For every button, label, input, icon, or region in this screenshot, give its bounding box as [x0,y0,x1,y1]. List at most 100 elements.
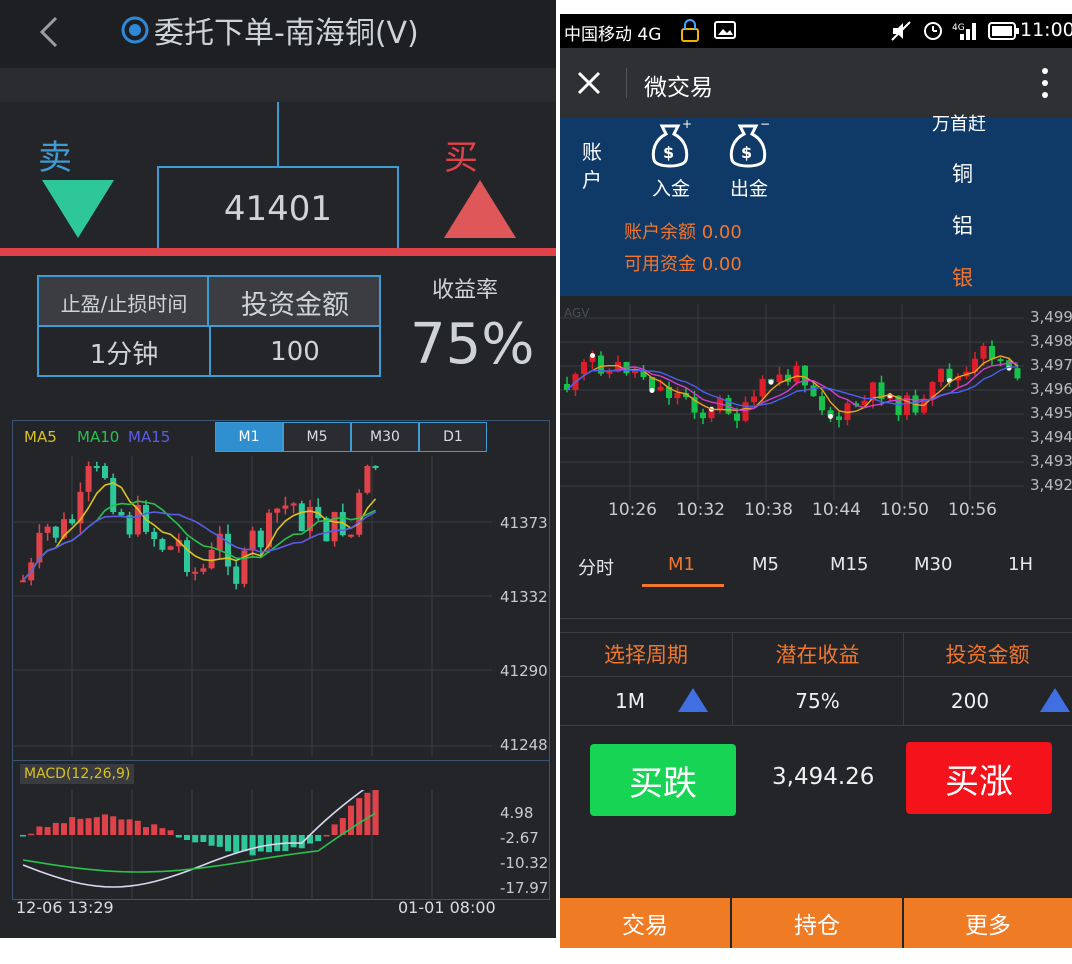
tab-m5[interactable]: M5 [752,554,779,575]
time-tick: 10:56 [948,500,997,520]
macd-bar [126,819,133,835]
candle-body [938,368,944,383]
metal-aluminum[interactable]: 铝 [952,210,973,240]
close-icon[interactable] [576,70,602,96]
macd-bar [323,834,330,837]
sell-down-arrow-icon[interactable] [42,180,114,238]
candle-body [85,466,92,492]
macd-bar [118,819,125,835]
left-price-tick: 41373 [500,514,548,532]
available-text: 可用资金 0.00 [624,254,742,275]
period-value[interactable]: 1M [590,678,670,724]
buy-down-button[interactable]: 买跌 [590,744,736,816]
candle-body [742,402,749,421]
image-icon [714,20,736,40]
period-triangle-icon[interactable] [678,688,708,712]
buy-up-button[interactable]: 买涨 [906,742,1052,814]
left-macd-chart [20,790,433,900]
macd-tick: 4.98 [500,804,534,822]
tab-1h[interactable]: 1H [1008,554,1033,575]
tab-timeshare[interactable]: 分时 [578,554,614,580]
macd-bar [315,835,322,842]
candle-body [606,371,613,374]
page-title: 委托下单-南海铜(V) [154,16,419,51]
macd-bar [102,814,108,835]
candle-body [331,512,338,542]
tab-m1[interactable]: M1 [215,422,283,452]
head-amount: 投资金额 [945,643,1030,667]
candle-body [997,359,1004,362]
metal-silver[interactable]: 银 [952,262,973,292]
candle-body [274,508,281,513]
tab-m1[interactable]: M1 [668,554,695,575]
macd-bar [110,816,117,835]
metal-tabs-top: 万首赶 [932,114,986,135]
macd-bar [290,835,297,848]
macd-bar [143,827,149,835]
tab-m15[interactable]: M15 [830,554,868,575]
candle-body [93,466,100,468]
withdraw-label[interactable]: 出金 [730,174,768,201]
sell-label: 卖 [38,138,72,178]
head-profit: 潜在收益 [775,643,860,667]
tab-d1[interactable]: D1 [419,422,487,452]
left-price-tick: 41332 [500,588,548,606]
candle-body [257,530,264,548]
yield-label: 收益率 [432,278,499,303]
balance-text: 账户余额 0.00 [624,222,742,243]
tab-m30[interactable]: M30 [351,422,419,452]
status-bar: 中国移动 4G 4G 11:00 [560,14,1072,48]
signal-dot [768,379,774,385]
form-row-divider [560,676,1072,677]
buy-up-arrow-icon[interactable] [444,180,516,238]
candle-body [348,534,354,537]
macd-bar [249,835,256,856]
nav-trade[interactable]: 交易 [560,898,730,948]
macd-label: MACD(12,26,9) [20,764,135,784]
candle-body [356,492,363,535]
svg-text:$: $ [663,143,674,162]
signal-dot [828,413,833,419]
macd-divider [12,760,550,761]
candle-body [298,503,305,532]
deposit-label[interactable]: 入金 [652,174,690,201]
deposit-money-bag-icon[interactable]: $ + [648,117,692,172]
form-top-divider [560,618,1072,619]
ma15-label: MA15 [128,428,171,446]
nav-positions[interactable]: 持仓 [732,898,902,948]
candle-body [989,345,995,360]
macd-bar [372,790,379,835]
ma5-line [22,481,377,581]
head-time: 止盈/止损时间 [60,291,188,316]
tab-m30[interactable]: M30 [914,554,952,575]
dif-line [22,790,365,888]
candle-body [1014,368,1021,379]
right-kline-chart [560,304,1024,500]
macd-bar [167,830,174,835]
macd-bar [69,817,76,835]
buy-label: 买 [444,138,478,178]
candle-body [751,396,757,403]
amount-value[interactable]: 100 [211,327,379,377]
time-tick: 10:38 [744,500,793,520]
candle-body [700,412,706,419]
account-label: 账户 [582,140,602,192]
buy-down-label: 买跌 [629,763,697,804]
candle-body [632,370,638,374]
amount-value[interactable]: 200 [920,678,1020,724]
withdraw-money-bag-icon[interactable]: $ − [726,117,770,172]
carrier-text: 中国移动 4G [564,25,662,45]
time-value[interactable]: 1分钟 [39,327,209,377]
candle-body [372,466,379,468]
time-tick: 10:44 [812,500,861,520]
yield-value: 75% [410,312,535,377]
clock-text: 11:00 [1020,19,1072,41]
candle-body [581,361,587,375]
metal-copper[interactable]: 铜 [952,158,973,188]
back-icon[interactable] [36,14,66,50]
tab-m5[interactable]: M5 [283,422,351,452]
more-vert-icon[interactable] [1040,66,1050,100]
nav-more[interactable]: 更多 [904,898,1072,948]
amount-triangle-icon[interactable] [1040,688,1070,712]
ma10-line [22,500,376,581]
